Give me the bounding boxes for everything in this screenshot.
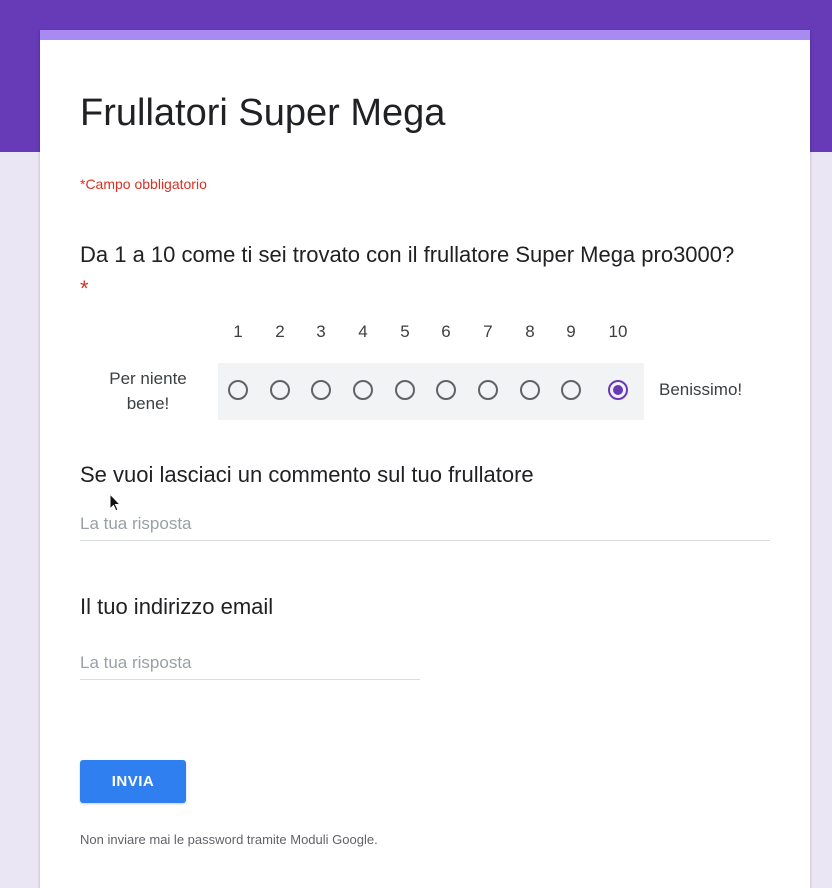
radio-option-10[interactable] — [608, 380, 628, 400]
scale-number-5: 5 — [400, 322, 410, 341]
scale-number-2: 2 — [275, 322, 285, 341]
scale-number-3: 3 — [316, 322, 326, 341]
scale-number-9: 9 — [566, 322, 576, 341]
question-1-text: Da 1 a 10 come ti sei trovato con il fru… — [80, 242, 735, 267]
scale-number-8: 8 — [525, 322, 535, 341]
radio-option-3[interactable] — [311, 380, 331, 400]
scale-low-label: Per niente bene! — [109, 369, 187, 413]
comment-input[interactable] — [80, 514, 770, 541]
scale-number-1: 1 — [233, 322, 243, 341]
footer-note: Non inviare mai le password tramite Modu… — [80, 832, 378, 847]
form-title: Frullatori Super Mega — [80, 92, 446, 134]
radio-option-1[interactable] — [228, 380, 248, 400]
radio-option-8[interactable] — [520, 380, 540, 400]
radio-option-5[interactable] — [395, 380, 415, 400]
radio-option-9[interactable] — [561, 380, 581, 400]
radio-option-6[interactable] — [436, 380, 456, 400]
form-card: Frullatori Super Mega *Campo obbligatori… — [40, 30, 810, 888]
scale-high-label: Benissimo! — [659, 380, 743, 399]
scale-number-10: 10 — [608, 322, 628, 341]
scale-number-4: 4 — [358, 322, 368, 341]
email-input[interactable] — [80, 653, 420, 680]
required-note: *Campo obbligatorio — [80, 176, 207, 192]
question-1-title: Da 1 a 10 come ti sei trovato con il fru… — [80, 238, 740, 306]
submit-button[interactable]: INVIA — [80, 760, 186, 803]
scale-number-7: 7 — [483, 322, 493, 341]
scale-number-6: 6 — [441, 322, 451, 341]
radio-option-7[interactable] — [478, 380, 498, 400]
radio-option-4[interactable] — [353, 380, 373, 400]
radio-option-2[interactable] — [270, 380, 290, 400]
question-2-title: Se vuoi lasciaci un commento sul tuo fru… — [80, 462, 534, 487]
required-marker: * — [80, 276, 89, 301]
question-3-title: Il tuo indirizzo email — [80, 594, 274, 619]
